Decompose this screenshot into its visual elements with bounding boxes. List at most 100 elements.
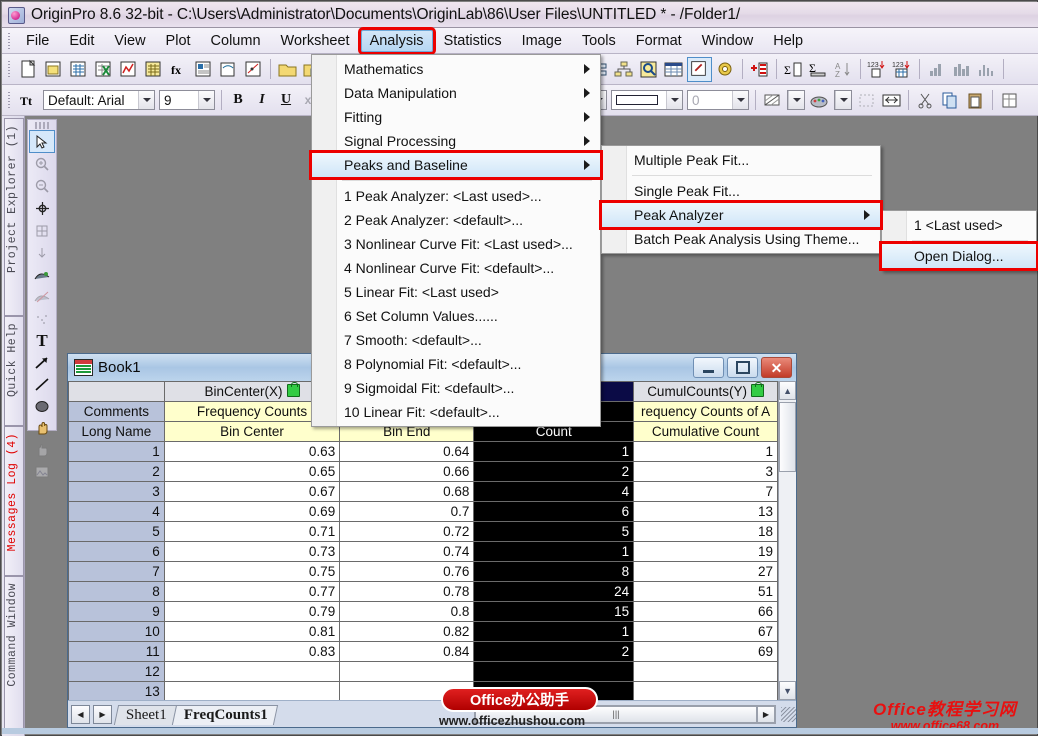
- cell-bincenter[interactable]: 0.71: [164, 522, 339, 542]
- menu-item-nonlinear-curve-fit-default[interactable]: 4 Nonlinear Curve Fit: <default>...: [312, 256, 600, 280]
- screen-reader-tool-icon[interactable]: [30, 242, 54, 263]
- sort-ascending-icon[interactable]: 123: [866, 58, 889, 81]
- cell-bincenter[interactable]: 0.63: [164, 442, 339, 462]
- menu-item-peak-analyzer-last-used[interactable]: 1 Peak Analyzer: <Last used>...: [312, 184, 600, 208]
- comments-cumulcounts[interactable]: requency Counts of A: [634, 402, 778, 422]
- menu-item-batch-peak-analysis[interactable]: Batch Peak Analysis Using Theme...: [602, 227, 880, 251]
- table-row[interactable]: 90.790.81566: [69, 602, 778, 622]
- row-index[interactable]: 3: [69, 482, 165, 502]
- add-column-icon[interactable]: [748, 58, 771, 81]
- cell-cumulative[interactable]: [634, 662, 778, 682]
- toolbar-gripper-1[interactable]: [5, 59, 14, 79]
- cell-cumulative[interactable]: 19: [634, 542, 778, 562]
- cell-border-icon[interactable]: [855, 89, 878, 112]
- zoom-region-icon[interactable]: [637, 58, 660, 81]
- new-function-plot-icon[interactable]: [242, 58, 265, 81]
- pattern-fill-icon[interactable]: [761, 89, 784, 112]
- cell-binend[interactable]: 0.64: [340, 442, 474, 462]
- sort-descending-icon[interactable]: 123: [891, 58, 914, 81]
- cell-binend[interactable]: 0.78: [340, 582, 474, 602]
- font-style-icon[interactable]: Tt: [17, 89, 40, 112]
- paste-icon[interactable]: [964, 89, 987, 112]
- menu-item-fitting[interactable]: Fitting: [312, 105, 600, 129]
- menu-item-multiple-peak-fit[interactable]: Multiple Peak Fit...: [602, 148, 880, 172]
- sort-az-icon[interactable]: AZ: [832, 58, 855, 81]
- next-sheet-button[interactable]: ▶: [93, 705, 112, 724]
- row-index[interactable]: 6: [69, 542, 165, 562]
- row-index[interactable]: 11: [69, 642, 165, 662]
- cell-bincenter[interactable]: 0.79: [164, 602, 339, 622]
- copy-icon[interactable]: [939, 89, 962, 112]
- cell-count[interactable]: 15: [474, 602, 634, 622]
- arrow-tool-icon[interactable]: [30, 352, 54, 373]
- worksheet-vertical-scrollbar[interactable]: ▲ ▼: [778, 381, 796, 700]
- new-layout-icon[interactable]: [192, 58, 215, 81]
- new-excel-icon[interactable]: [92, 58, 115, 81]
- row-index[interactable]: 10: [69, 622, 165, 642]
- cell-count[interactable]: 8: [474, 562, 634, 582]
- row-index[interactable]: 8: [69, 582, 165, 602]
- ellipse-tool-icon[interactable]: [30, 396, 54, 417]
- zoom-out-tool-icon[interactable]: [30, 176, 54, 197]
- menu-item-peak-analyzer[interactable]: Peak Analyzer: [602, 203, 880, 227]
- color-palette-icon[interactable]: [808, 89, 831, 112]
- table-row[interactable]: 13: [69, 682, 778, 701]
- cell-count[interactable]: 6: [474, 502, 634, 522]
- table-row[interactable]: 40.690.7613: [69, 502, 778, 522]
- menu-item-peak-analyzer-default[interactable]: 2 Peak Analyzer: <default>...: [312, 208, 600, 232]
- cell-bincenter[interactable]: 0.81: [164, 622, 339, 642]
- font-name-combo[interactable]: Default: Arial: [43, 90, 155, 110]
- cell-count[interactable]: 1: [474, 622, 634, 642]
- cell-binend[interactable]: 0.7: [340, 502, 474, 522]
- statistics-column-icon[interactable]: Σ: [807, 58, 830, 81]
- regional-mask-tool-icon[interactable]: [30, 286, 54, 307]
- cell-bincenter[interactable]: [164, 682, 339, 701]
- edit-worksheet-icon[interactable]: [687, 57, 712, 82]
- text-tool-icon[interactable]: T: [30, 330, 54, 351]
- menu-item-data-manipulation[interactable]: Data Manipulation: [312, 81, 600, 105]
- font-size-combo[interactable]: 9: [159, 90, 215, 110]
- opacity-chevron-down-icon[interactable]: [732, 91, 748, 109]
- tools-palette-gripper[interactable]: [33, 122, 51, 129]
- table-row[interactable]: 20.650.6623: [69, 462, 778, 482]
- cell-binend[interactable]: 0.68: [340, 482, 474, 502]
- menu-item-linear-fit-last-used[interactable]: 5 Linear Fit: <Last used>: [312, 280, 600, 304]
- cell-bincenter[interactable]: 0.77: [164, 582, 339, 602]
- cell-cumulative[interactable]: 27: [634, 562, 778, 582]
- zoom-in-tool-icon[interactable]: [30, 154, 54, 175]
- table-row[interactable]: 10.630.6411: [69, 442, 778, 462]
- font-size-chevron-down-icon[interactable]: [198, 91, 214, 109]
- sheet-tab-freqcounts1[interactable]: FreqCounts1: [172, 705, 278, 725]
- menu-statistics[interactable]: Statistics: [435, 30, 511, 52]
- menu-edit[interactable]: Edit: [60, 30, 103, 52]
- cell-bincenter[interactable]: 0.73: [164, 542, 339, 562]
- toolbar-gripper-2[interactable]: [5, 90, 14, 110]
- scale-tool-icon[interactable]: [30, 440, 54, 461]
- draw-data-tool-icon[interactable]: [30, 264, 54, 285]
- cell-count[interactable]: 24: [474, 582, 634, 602]
- close-button[interactable]: ✕: [761, 357, 792, 378]
- pan-tool-icon[interactable]: [30, 418, 54, 439]
- table-row[interactable]: 110.830.84269: [69, 642, 778, 662]
- cell-binend[interactable]: 0.76: [340, 562, 474, 582]
- panel-quick-help[interactable]: Quick Help: [4, 316, 24, 426]
- data-selector-tool-icon[interactable]: [30, 220, 54, 241]
- pattern-chevron-down-icon[interactable]: [788, 91, 804, 109]
- data-reader-tool-icon[interactable]: [30, 198, 54, 219]
- cell-cumulative[interactable]: 7: [634, 482, 778, 502]
- longname-cumulcounts[interactable]: Cumulative Count: [634, 422, 778, 442]
- cell-cumulative[interactable]: 18: [634, 522, 778, 542]
- cell-cumulative[interactable]: 67: [634, 622, 778, 642]
- table-row[interactable]: 100.810.82167: [69, 622, 778, 642]
- menu-item-linear-fit-default[interactable]: 10 Linear Fit: <default>...: [312, 400, 600, 424]
- cell-binend[interactable]: 0.84: [340, 642, 474, 662]
- insert-image-tool-icon[interactable]: [30, 462, 54, 483]
- table-tool-icon[interactable]: [998, 89, 1021, 112]
- settings-gear-icon[interactable]: [714, 58, 737, 81]
- menubar-gripper[interactable]: [5, 31, 14, 51]
- column-header-cumulcounts[interactable]: CumulCounts(Y): [634, 382, 778, 402]
- open-icon[interactable]: [276, 58, 299, 81]
- cell-count[interactable]: 2: [474, 642, 634, 662]
- cell-count[interactable]: 1: [474, 442, 634, 462]
- column-chart-icon[interactable]: [975, 58, 998, 81]
